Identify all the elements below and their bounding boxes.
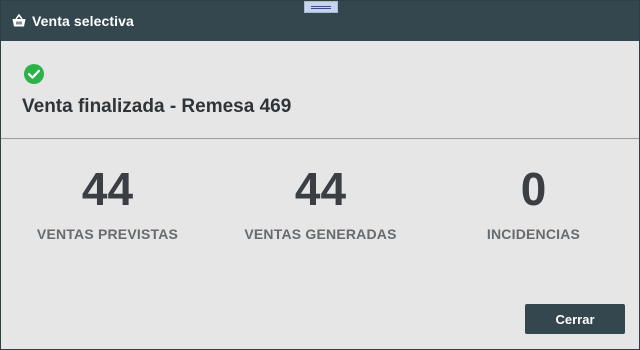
stat-label: VENTAS PREVISTAS: [36, 226, 179, 242]
title-bar[interactable]: Venta selectiva: [1, 1, 639, 41]
status-header: Venta finalizada - Remesa 469: [1, 41, 639, 139]
basket-icon: [12, 13, 26, 27]
stat-value: 0: [520, 163, 547, 215]
stat-value: 44: [81, 163, 134, 215]
stat-ventas-previstas: 44 VENTAS PREVISTAS: [1, 161, 214, 242]
status-headline: Venta finalizada - Remesa 469: [22, 96, 292, 117]
stat-value: 44: [294, 163, 347, 215]
stat-incidencias: 0 INCIDENCIAS: [427, 161, 640, 242]
stat-ventas-generadas: 44 VENTAS GENERADAS: [214, 161, 427, 242]
stat-label: VENTAS GENERADAS: [244, 226, 397, 242]
window-title: Venta selectiva: [32, 13, 134, 29]
stat-label: INCIDENCIAS: [486, 226, 581, 242]
close-button[interactable]: Cerrar: [525, 304, 625, 334]
drag-handle-icon[interactable]: [304, 1, 338, 13]
check-circle-icon: [24, 64, 44, 84]
dialog-window: Venta selectiva Venta finalizada - Remes…: [0, 0, 640, 350]
